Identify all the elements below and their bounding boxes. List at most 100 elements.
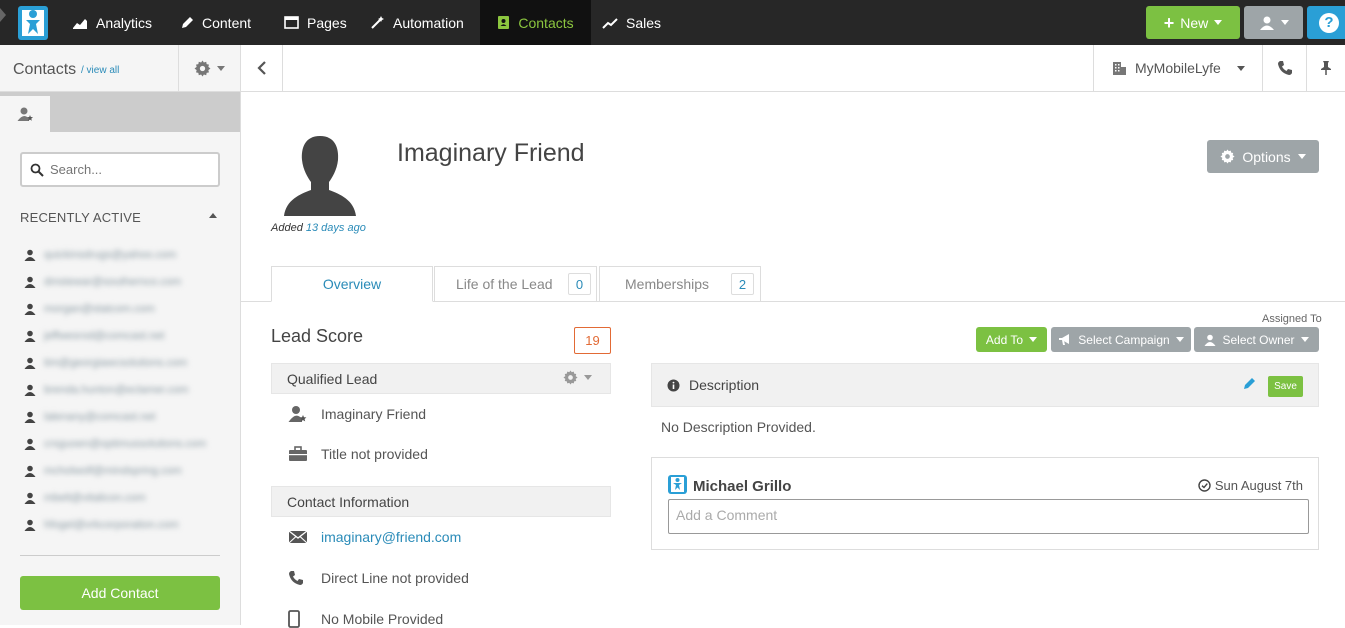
description-title: Description	[689, 377, 760, 393]
user-icon	[24, 411, 36, 423]
call-button[interactable]	[1262, 45, 1306, 91]
recent-contact-email: dmstewar@southernco.com	[44, 275, 182, 288]
list-item[interactable]: hfogel@vrkcorporation.com	[24, 511, 224, 538]
recently-active-heading: RECENTLY ACTIVE	[20, 210, 141, 225]
user-icon	[24, 330, 36, 342]
sidebar-divider	[20, 555, 220, 556]
recent-contact-email: jeffwesrod@comcast.net	[44, 329, 165, 342]
edit-pencil-icon[interactable]	[1242, 377, 1256, 391]
tab-memberships-label: Memberships	[625, 276, 710, 292]
list-item[interactable]: mcholwolf@mindspring.com	[24, 457, 224, 484]
chevron-down-icon	[1214, 20, 1223, 25]
list-item[interactable]: tim@georgiawcsolutions.com	[24, 349, 224, 376]
select-owner-button[interactable]: Select Owner	[1194, 327, 1319, 352]
list-item[interactable]: crsguoen@optimussolutions.com	[24, 430, 224, 457]
user-icon	[1204, 334, 1216, 346]
back-button[interactable]	[241, 45, 283, 91]
building-icon	[1113, 61, 1126, 75]
list-item[interactable]: quickinsdrugs@yahoo.com	[24, 241, 224, 268]
user-icon	[1259, 16, 1274, 30]
list-item[interactable]: mbelt@vitalicon.com	[24, 484, 224, 511]
recent-contact-email: hfogel@vrkcorporation.com	[44, 518, 179, 531]
contact-search[interactable]	[20, 152, 220, 187]
nav-sales-label: Sales	[626, 14, 662, 31]
nav-automation[interactable]: Automation	[370, 0, 464, 45]
add-contact-button[interactable]: Add Contact	[20, 576, 220, 610]
search-input[interactable]	[50, 162, 210, 177]
chevron-down-icon	[217, 66, 225, 71]
nav-sales[interactable]: Sales	[602, 0, 661, 45]
gear-icon	[194, 60, 211, 77]
search-icon	[30, 163, 44, 177]
address-book-icon	[498, 16, 510, 29]
view-all-link[interactable]: / view all	[81, 65, 119, 76]
contact-avatar	[284, 136, 356, 216]
nav-content[interactable]: Content	[180, 0, 251, 45]
lead-score-badge: 19	[574, 327, 611, 354]
comment-input[interactable]	[668, 499, 1309, 534]
list-item[interactable]: brenda.hunton@eclamer.com	[24, 376, 224, 403]
comment-date: Sun August 7th	[1198, 478, 1303, 493]
email-link[interactable]: imaginary@friend.com	[321, 529, 461, 545]
briefcase-icon	[289, 446, 307, 461]
user-icon	[24, 276, 36, 288]
chevron-down-icon	[1280, 20, 1289, 25]
sidebar-title: Contacts	[13, 61, 77, 78]
tab-memberships[interactable]: Memberships 2	[599, 266, 761, 302]
nav-automation-label: Automation	[393, 14, 464, 31]
nav-content-label: Content	[202, 14, 252, 31]
tab-contacts-list[interactable]	[0, 96, 50, 132]
lead-status-settings-button[interactable]	[563, 370, 592, 385]
select-campaign-label: Select Campaign	[1078, 332, 1170, 347]
list-item[interactable]: lalenany@comcast.net	[24, 403, 224, 430]
recent-contact-email: mcholwolf@mindspring.com	[44, 464, 182, 477]
user-icon	[24, 357, 36, 369]
chevron-down-icon	[1175, 337, 1184, 342]
user-menu-button[interactable]	[1244, 6, 1303, 39]
add-to-button[interactable]: Add To	[976, 327, 1047, 352]
new-button[interactable]: + New	[1146, 6, 1240, 39]
select-campaign-button[interactable]: Select Campaign	[1051, 327, 1191, 352]
info-row-title: Title not provided	[288, 446, 428, 462]
info-row-email: imaginary@friend.com	[288, 529, 461, 545]
tab-overview[interactable]: Overview	[271, 266, 433, 302]
list-item[interactable]: jeffwesrod@comcast.net	[24, 322, 224, 349]
comment-date-text: Sun August 7th	[1214, 478, 1303, 493]
collapse-icon[interactable]	[209, 213, 217, 218]
recent-contact-email: mbelt@vitalicon.com	[44, 491, 146, 504]
options-button[interactable]: Options	[1207, 140, 1319, 173]
comment-panel: Michael Grillo Sun August 7th	[651, 457, 1319, 550]
sidebar-settings-button[interactable]	[178, 45, 240, 92]
save-button[interactable]: Save	[1268, 376, 1303, 397]
user-star-icon	[288, 406, 307, 422]
user-icon	[24, 384, 36, 396]
nav-analytics-label: Analytics	[96, 14, 153, 31]
add-to-label: Add To	[985, 332, 1024, 347]
pin-button[interactable]	[1306, 45, 1345, 91]
magic-wand-icon	[371, 16, 384, 29]
info-row-name: Imaginary Friend	[288, 405, 426, 423]
recent-contact-email: brenda.hunton@eclamer.com	[44, 383, 189, 396]
company-selector[interactable]: MyMobileLyfe	[1093, 45, 1250, 91]
contact-info-label: Contact Information	[287, 493, 410, 510]
app-logo[interactable]	[0, 0, 55, 45]
list-item[interactable]: morgan@statcom.com	[24, 295, 224, 322]
user-icon	[24, 438, 36, 450]
recent-contact-email: tim@georgiawcsolutions.com	[44, 356, 188, 369]
added-prefix: Added	[271, 222, 303, 234]
chevron-down-icon	[1029, 337, 1038, 342]
tab-life-of-the-lead[interactable]: Life of the Lead 0	[434, 266, 597, 302]
help-button[interactable]: ?	[1307, 6, 1345, 39]
description-text: No Description Provided.	[661, 419, 816, 435]
recent-contact-email: quickinsdrugs@yahoo.com	[44, 248, 177, 261]
direct-line: Direct Line not provided	[321, 570, 469, 586]
nav-pages[interactable]: Pages	[284, 0, 347, 45]
recent-contact-email: crsguoen@optimussolutions.com	[44, 437, 207, 450]
tab-overview-label: Overview	[322, 276, 382, 292]
nav-analytics[interactable]: Analytics	[72, 0, 152, 45]
nav-pages-label: Pages	[307, 14, 347, 31]
nav-contacts[interactable]: Contacts	[480, 0, 591, 45]
list-item[interactable]: dmstewar@southernco.com	[24, 268, 224, 295]
lead-title: Title not provided	[321, 446, 428, 462]
user-icon	[24, 303, 36, 315]
